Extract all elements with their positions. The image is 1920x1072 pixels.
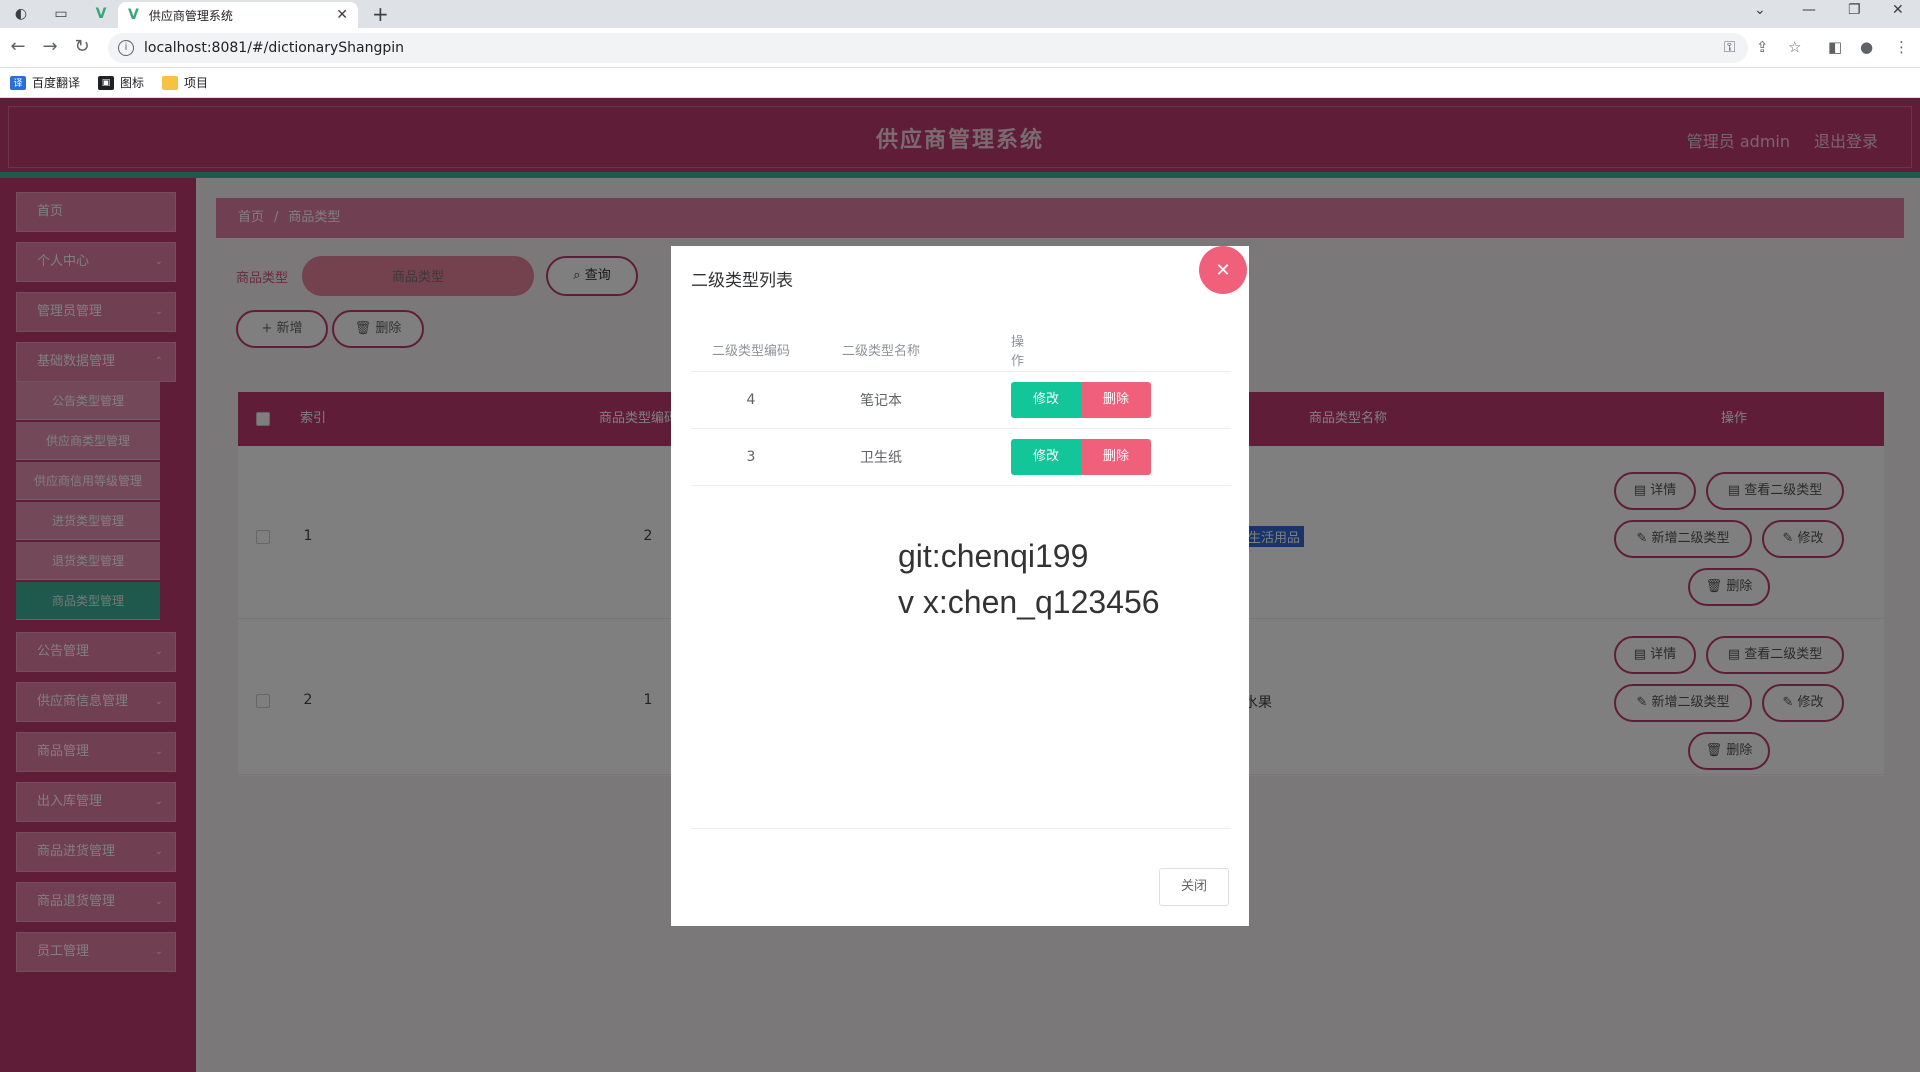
dialog-table-row: 4 笔记本 修改 删除 bbox=[691, 372, 1231, 429]
menu-icon[interactable]: ⋮ bbox=[1894, 38, 1909, 56]
bookmarks-bar: 译 百度翻译 ▣ 图标 项目 bbox=[0, 68, 1920, 98]
browser-tab-active[interactable]: V 供应商管理系统 ✕ bbox=[118, 2, 358, 28]
new-tab-button[interactable]: + bbox=[372, 2, 389, 26]
header-sub-name: 二级类型名称 bbox=[841, 344, 920, 359]
sub-delete-button[interactable]: 删除 bbox=[1081, 439, 1151, 475]
address-bar: ← → ↻ i localhost:8081/#/dictionaryShang… bbox=[0, 28, 1920, 68]
reload-icon[interactable]: ↻ bbox=[70, 36, 94, 57]
vue-icon[interactable]: V bbox=[86, 3, 116, 25]
watermark-line1: git:chenqi199 bbox=[898, 538, 1089, 574]
sub-code: 4 bbox=[746, 392, 756, 408]
dialog-table-row: 3 卫生纸 修改 删除 bbox=[691, 429, 1231, 486]
tab-icon[interactable]: ▭ bbox=[46, 3, 76, 25]
bookmark-project[interactable]: 项目 bbox=[162, 74, 208, 91]
sub-delete-button[interactable]: 删除 bbox=[1081, 382, 1151, 418]
bookmark-label: 项目 bbox=[184, 76, 209, 90]
url-text: localhost:8081/#/dictionaryShangpin bbox=[144, 40, 405, 56]
sub-edit-button[interactable]: 修改 bbox=[1011, 439, 1081, 475]
watermark-line2: v x:chen_q123456 bbox=[898, 584, 1160, 620]
sub-code: 3 bbox=[746, 449, 756, 465]
back-icon[interactable]: ← bbox=[6, 36, 30, 57]
bookmark-baidu-translate[interactable]: 译 百度翻译 bbox=[10, 74, 80, 91]
browser-tab-bar: ◐ ▭ V V 供应商管理系统 ✕ + ⌄ — ❐ ✕ bbox=[0, 0, 1920, 28]
close-tab-icon[interactable]: ✕ bbox=[336, 7, 348, 23]
globe-icon[interactable]: ◐ bbox=[6, 3, 36, 25]
dialog-close-button[interactable]: 关闭 bbox=[1159, 868, 1229, 906]
sub-name: 卫生纸 bbox=[860, 450, 902, 466]
window-close-icon[interactable]: ✕ bbox=[1892, 2, 1904, 18]
bookmark-icons[interactable]: ▣ 图标 bbox=[98, 74, 144, 91]
bookmark-label: 图标 bbox=[120, 76, 145, 90]
restore-icon[interactable]: ❐ bbox=[1848, 2, 1861, 18]
url-input[interactable]: i localhost:8081/#/dictionaryShangpin bbox=[108, 33, 1748, 63]
sub-type-dialog: 二级类型列表 ✕ 二级类型编码 二级类型名称 操作 4 笔记本 修改 删除 3 … bbox=[671, 246, 1249, 926]
star-icon[interactable]: ☆ bbox=[1788, 38, 1801, 56]
share-icon[interactable]: ⇪ bbox=[1756, 38, 1769, 56]
key-icon[interactable]: ⚿ bbox=[1724, 38, 1735, 56]
sub-edit-button[interactable]: 修改 bbox=[1011, 382, 1081, 418]
header-sub-code: 二级类型编码 bbox=[711, 344, 790, 359]
header-sub-ops: 操作 bbox=[1011, 334, 1025, 369]
info-icon[interactable]: i bbox=[118, 40, 134, 56]
translate-icon: 译 bbox=[10, 75, 26, 90]
image-icon: ▣ bbox=[98, 75, 115, 90]
dialog-close-icon[interactable]: ✕ bbox=[1199, 246, 1247, 294]
sidepanel-icon[interactable]: ◧ bbox=[1828, 38, 1842, 56]
vue-logo-icon: V bbox=[128, 7, 139, 23]
tab-search-icon[interactable]: ⌄ bbox=[1754, 2, 1766, 18]
folder-icon bbox=[162, 75, 179, 90]
profile-icon[interactable]: ● bbox=[1860, 38, 1873, 56]
minimize-icon[interactable]: — bbox=[1802, 2, 1816, 18]
dialog-divider bbox=[691, 828, 1231, 829]
dialog-table-header: 二级类型编码 二级类型名称 操作 bbox=[691, 328, 1231, 372]
dialog-title: 二级类型列表 bbox=[691, 271, 793, 291]
tab-title: 供应商管理系统 bbox=[148, 8, 233, 23]
sub-name: 笔记本 bbox=[860, 393, 902, 409]
forward-icon[interactable]: → bbox=[38, 36, 62, 57]
bookmark-label: 百度翻译 bbox=[32, 76, 81, 90]
